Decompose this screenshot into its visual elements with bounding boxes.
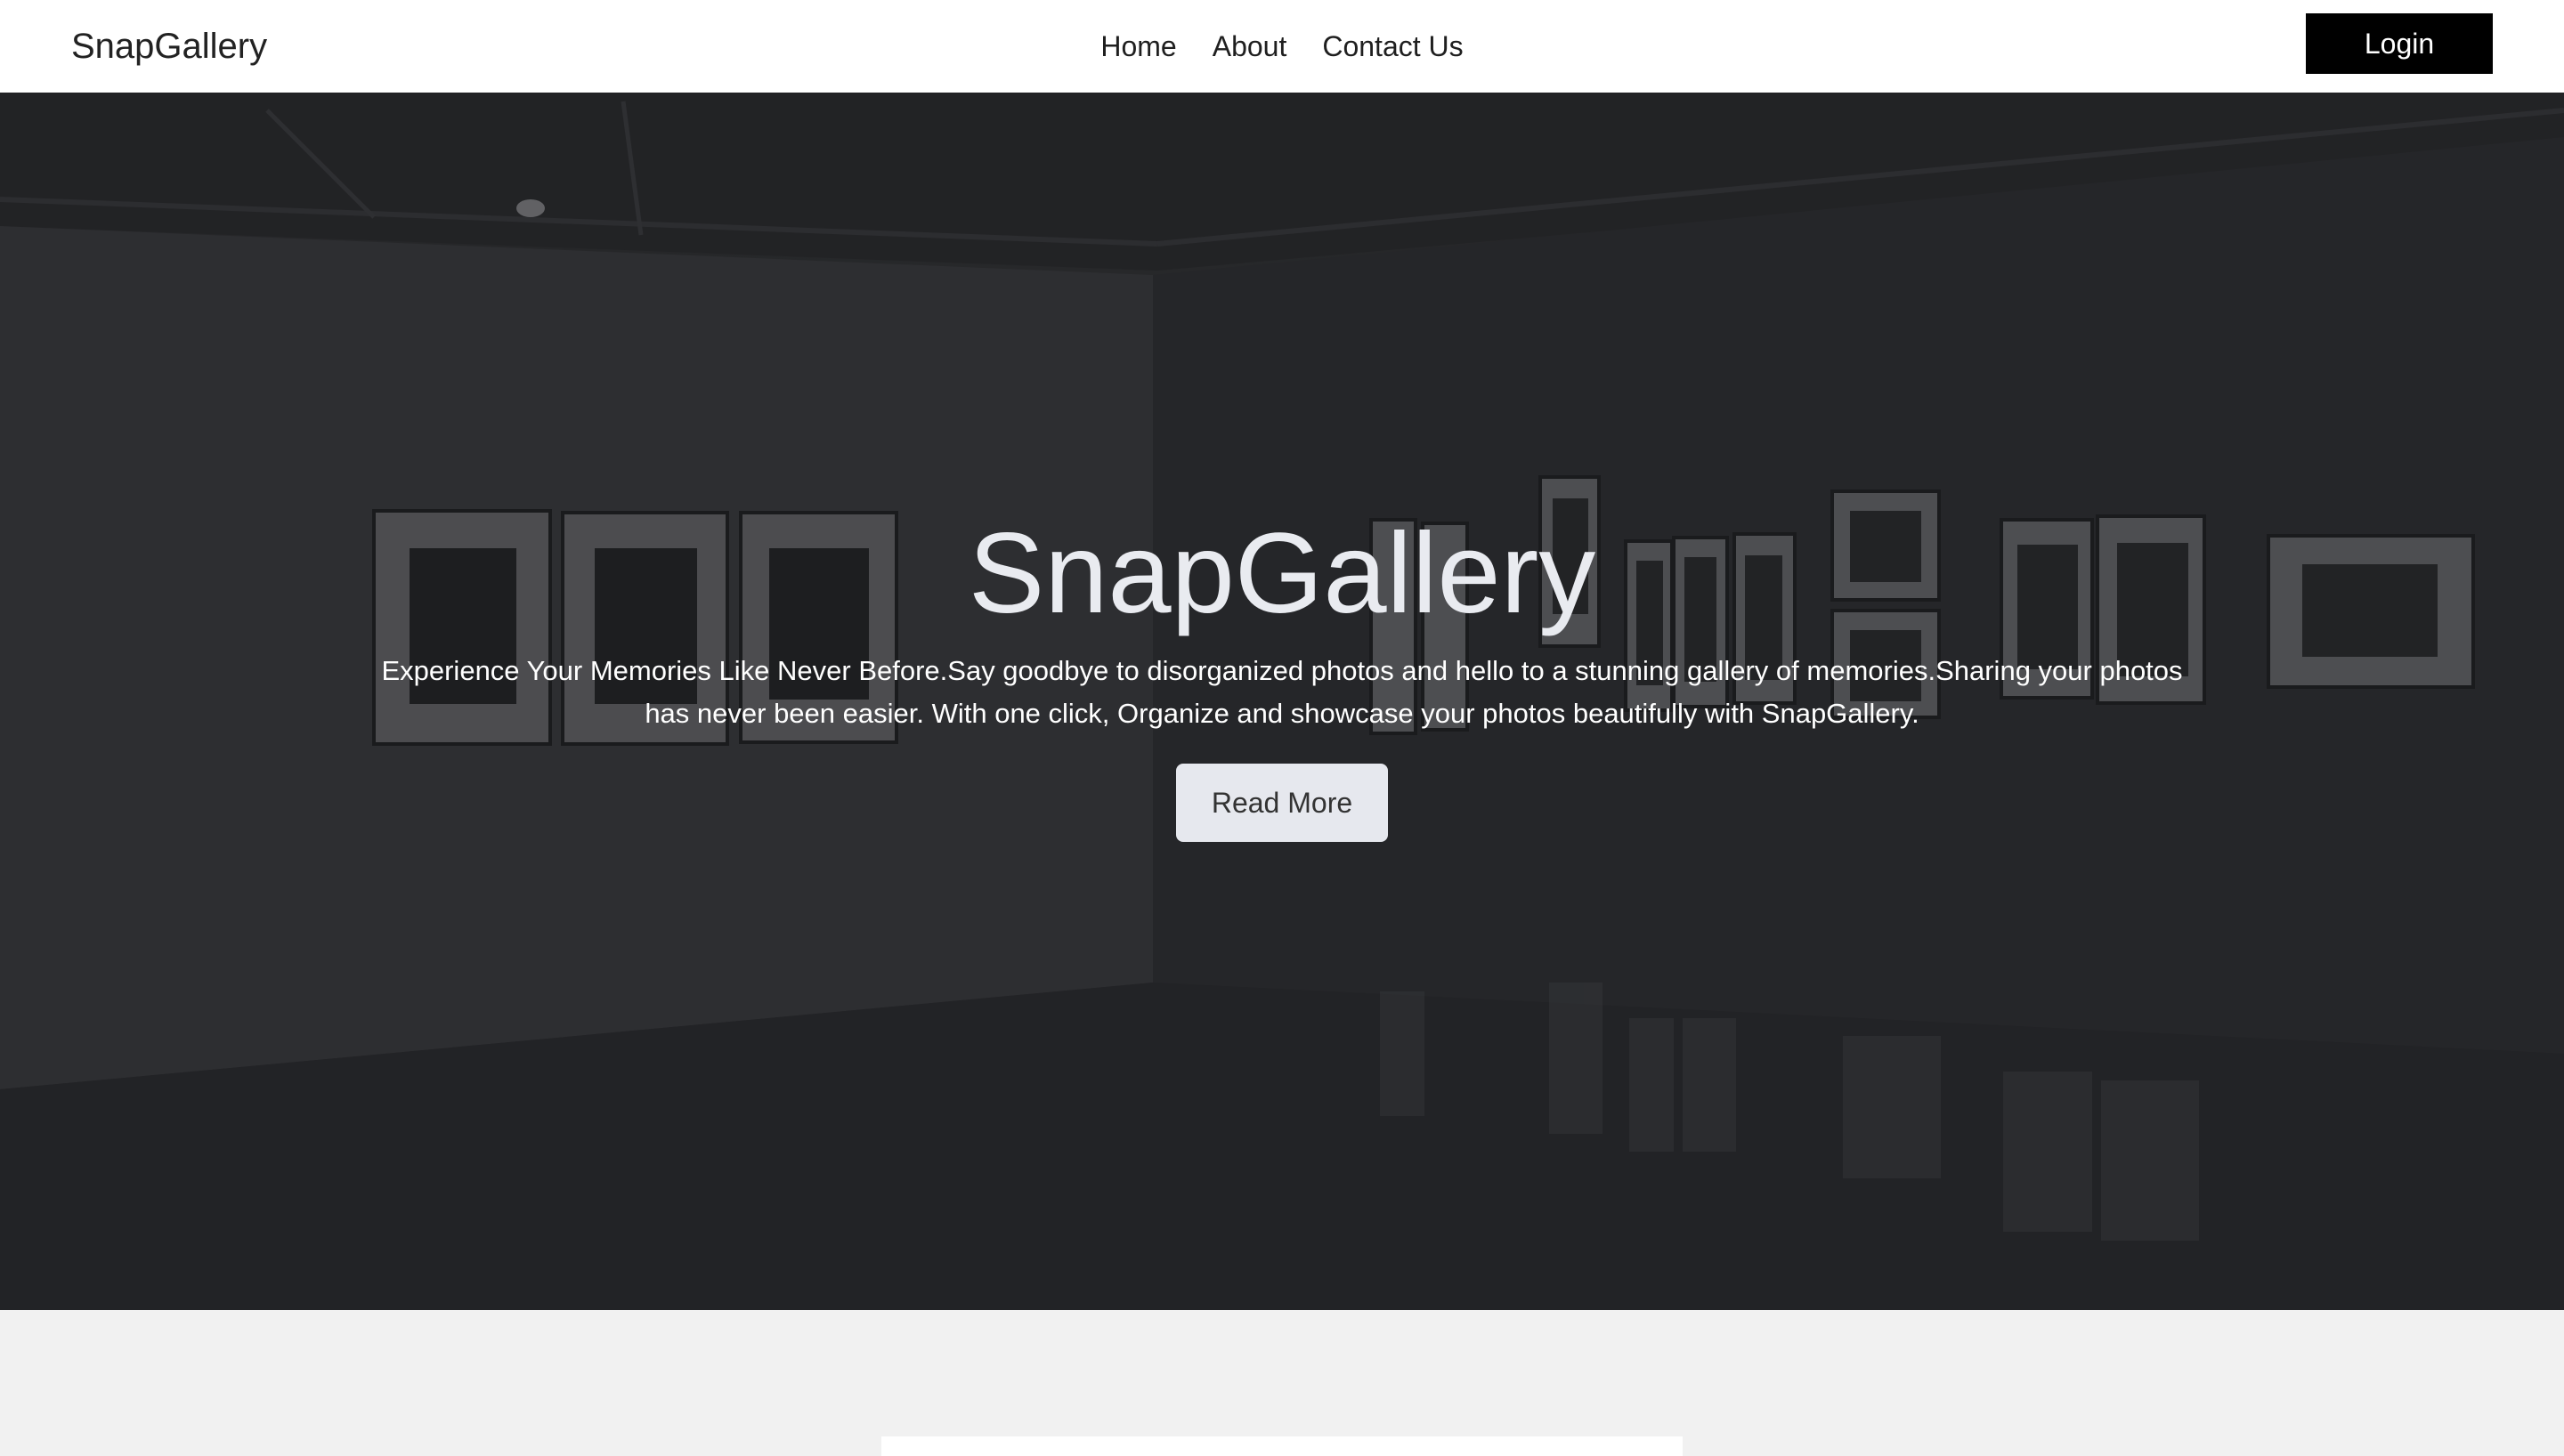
hero-description: Experience Your Memories Like Never Befo… [381,655,2183,729]
content-card [881,1436,1683,1456]
login-button[interactable]: Login [2306,13,2493,74]
nav-link-contact[interactable]: Contact Us [1322,27,1463,66]
hero-title: SnapGallery [968,510,1596,637]
nav-link-about[interactable]: About [1213,27,1287,66]
hero-section: SnapGallery Experience Your Memories Lik… [0,93,2564,1310]
read-more-button[interactable]: Read More [1176,764,1388,842]
nav-link-home[interactable]: Home [1100,27,1176,66]
main-nav: Home About Contact Us [0,27,2564,66]
hero-content: SnapGallery Experience Your Memories Lik… [0,93,2564,1310]
navbar: SnapGallery Home About Contact Us Login [0,0,2564,93]
